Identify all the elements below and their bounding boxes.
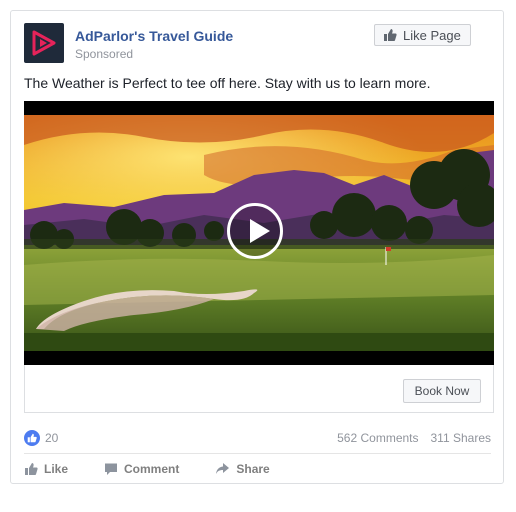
play-icon[interactable] <box>227 203 283 259</box>
like-page-button[interactable]: Like Page <box>374 24 471 46</box>
comment-button[interactable]: Comment <box>104 462 179 476</box>
comments-count[interactable]: 562 Comments <box>337 429 418 447</box>
sponsored-post-card: AdParlor's Travel Guide Sponsored Like P… <box>10 10 504 484</box>
video-player[interactable] <box>24 101 494 365</box>
like-label: Like <box>44 462 69 476</box>
like-reaction-icon <box>24 430 40 446</box>
thumbs-up-icon <box>384 29 397 41</box>
thumbs-up-icon <box>25 463 38 475</box>
share-label: Share <box>236 462 270 476</box>
post-message: The Weather is Perfect to tee off here. … <box>24 75 431 91</box>
page-avatar[interactable] <box>24 23 64 63</box>
post-header: AdParlor's Travel Guide Sponsored Like P… <box>11 11 503 71</box>
reactions-summary[interactable]: 20 <box>24 429 58 447</box>
book-now-button[interactable]: Book Now <box>403 379 481 403</box>
like-page-label: Like Page <box>403 27 461 43</box>
actions-divider <box>24 453 491 454</box>
post-actions: Like Comment Share <box>24 459 491 479</box>
reaction-count: 20 <box>45 431 59 445</box>
comment-label: Comment <box>124 462 180 476</box>
comment-icon <box>105 463 118 475</box>
sponsored-label: Sponsored <box>75 47 134 61</box>
page-name-link[interactable]: AdParlor's Travel Guide <box>75 28 233 45</box>
shares-count[interactable]: 311 Shares <box>431 429 492 447</box>
call-to-action-bar: Book Now <box>24 365 494 413</box>
play-logo-icon <box>32 30 56 56</box>
engagement-stats: 20 562 Comments 311 Shares <box>24 429 491 447</box>
share-button[interactable]: Share <box>215 462 270 476</box>
share-arrow-icon <box>216 463 230 474</box>
comment-share-counts: 562 Comments 311 Shares <box>337 429 491 447</box>
like-button[interactable]: Like <box>24 462 68 476</box>
